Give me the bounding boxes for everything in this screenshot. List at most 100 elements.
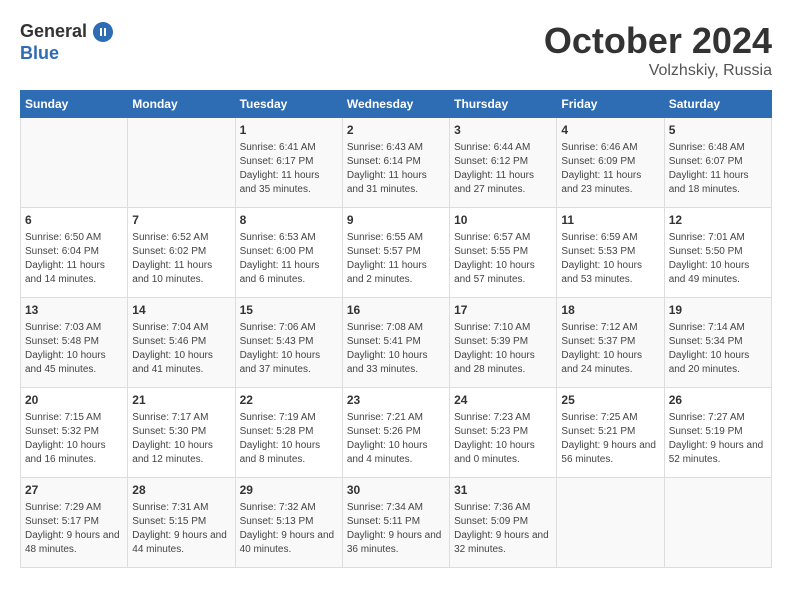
- day-info: Sunrise: 7:01 AM Sunset: 5:50 PM Dayligh…: [669, 231, 767, 287]
- calendar-cell: 31 Sunrise: 7:36 AM Sunset: 5:09 PM Dayli…: [450, 478, 557, 568]
- day-info: Sunrise: 6:52 AM Sunset: 6:02 PM Dayligh…: [132, 231, 230, 287]
- calendar-cell: 4 Sunrise: 6:46 AM Sunset: 6:09 PM Daylig…: [557, 118, 664, 208]
- calendar-cell: 19 Sunrise: 7:14 AM Sunset: 5:34 PM Dayli…: [664, 298, 771, 388]
- day-number: 26: [669, 392, 767, 409]
- day-info: Sunrise: 6:46 AM Sunset: 6:09 PM Dayligh…: [561, 141, 659, 197]
- calendar-cell: 6 Sunrise: 6:50 AM Sunset: 6:04 PM Daylig…: [21, 208, 128, 298]
- day-number: 4: [561, 122, 659, 139]
- calendar-cell: 8Sunrise: 6:53 AM Sunset: 6:00 PM Daylig…: [235, 208, 342, 298]
- calendar-cell: 10 Sunrise: 6:57 AM Sunset: 5:55 PM Dayli…: [450, 208, 557, 298]
- day-number: 17: [454, 302, 552, 319]
- day-number: 6: [25, 212, 123, 229]
- day-number: 22: [240, 392, 338, 409]
- calendar-cell: 20 Sunrise: 7:15 AM Sunset: 5:32 PM Dayli…: [21, 388, 128, 478]
- day-number: 2: [347, 122, 445, 139]
- weekday-row: SundayMondayTuesdayWednesdayThursdayFrid…: [21, 91, 772, 118]
- calendar-cell: 7 Sunrise: 6:52 AM Sunset: 6:02 PM Daylig…: [128, 208, 235, 298]
- calendar-week-2: 6 Sunrise: 6:50 AM Sunset: 6:04 PM Daylig…: [21, 208, 772, 298]
- day-number: 8: [240, 212, 338, 229]
- day-info: Sunrise: 7:32 AM Sunset: 5:13 PM Dayligh…: [240, 501, 338, 557]
- calendar-cell: 14 Sunrise: 7:04 AM Sunset: 5:46 PM Dayli…: [128, 298, 235, 388]
- calendar-cell: 18Sunrise: 7:12 AM Sunset: 5:37 PM Dayli…: [557, 298, 664, 388]
- day-info: Sunrise: 7:15 AM Sunset: 5:32 PM Dayligh…: [25, 411, 123, 467]
- day-info: Sunrise: 7:08 AM Sunset: 5:41 PM Dayligh…: [347, 321, 445, 377]
- calendar-week-3: 13Sunrise: 7:03 AM Sunset: 5:48 PM Dayli…: [21, 298, 772, 388]
- day-info: Sunrise: 6:50 AM Sunset: 6:04 PM Dayligh…: [25, 231, 123, 287]
- calendar-cell: 30 Sunrise: 7:34 AM Sunset: 5:11 PM Dayli…: [342, 478, 449, 568]
- day-number: 20: [25, 392, 123, 409]
- day-number: 16: [347, 302, 445, 319]
- weekday-header-friday: Friday: [557, 91, 664, 118]
- weekday-header-monday: Monday: [128, 91, 235, 118]
- day-number: 18: [561, 302, 659, 319]
- day-info: Sunrise: 7:29 AM Sunset: 5:17 PM Dayligh…: [25, 501, 123, 557]
- day-info: Sunrise: 7:36 AM Sunset: 5:09 PM Dayligh…: [454, 501, 552, 557]
- calendar-cell: 29 Sunrise: 7:32 AM Sunset: 5:13 PM Dayli…: [235, 478, 342, 568]
- calendar-body: 1Sunrise: 6:41 AM Sunset: 6:17 PM Daylig…: [21, 118, 772, 568]
- day-info: Sunrise: 7:17 AM Sunset: 5:30 PM Dayligh…: [132, 411, 230, 467]
- day-number: 11: [561, 212, 659, 229]
- calendar-cell: [664, 478, 771, 568]
- day-number: 14: [132, 302, 230, 319]
- logo-blue-text: Blue: [20, 44, 115, 64]
- logo-general-text: General: [20, 22, 87, 42]
- calendar-week-4: 20 Sunrise: 7:15 AM Sunset: 5:32 PM Dayli…: [21, 388, 772, 478]
- day-number: 24: [454, 392, 552, 409]
- day-number: 23: [347, 392, 445, 409]
- page-header: General Blue October 2024 Volzhskiy, Rus…: [20, 20, 772, 80]
- day-number: 12: [669, 212, 767, 229]
- calendar-cell: 16 Sunrise: 7:08 AM Sunset: 5:41 PM Dayli…: [342, 298, 449, 388]
- day-info: Sunrise: 6:59 AM Sunset: 5:53 PM Dayligh…: [561, 231, 659, 287]
- day-info: Sunrise: 7:10 AM Sunset: 5:39 PM Dayligh…: [454, 321, 552, 377]
- day-info: Sunrise: 7:34 AM Sunset: 5:11 PM Dayligh…: [347, 501, 445, 557]
- day-number: 19: [669, 302, 767, 319]
- day-info: Sunrise: 7:21 AM Sunset: 5:26 PM Dayligh…: [347, 411, 445, 467]
- calendar-cell: 26 Sunrise: 7:27 AM Sunset: 5:19 PM Dayli…: [664, 388, 771, 478]
- calendar-cell: 21Sunrise: 7:17 AM Sunset: 5:30 PM Dayli…: [128, 388, 235, 478]
- day-info: Sunrise: 6:55 AM Sunset: 5:57 PM Dayligh…: [347, 231, 445, 287]
- calendar-cell: [21, 118, 128, 208]
- calendar-cell: 15Sunrise: 7:06 AM Sunset: 5:43 PM Dayli…: [235, 298, 342, 388]
- day-info: Sunrise: 7:04 AM Sunset: 5:46 PM Dayligh…: [132, 321, 230, 377]
- calendar-cell: 25Sunrise: 7:25 AM Sunset: 5:21 PM Dayli…: [557, 388, 664, 478]
- calendar-cell: 27Sunrise: 7:29 AM Sunset: 5:17 PM Dayli…: [21, 478, 128, 568]
- day-number: 10: [454, 212, 552, 229]
- calendar-cell: 23 Sunrise: 7:21 AM Sunset: 5:26 PM Dayli…: [342, 388, 449, 478]
- day-info: Sunrise: 7:31 AM Sunset: 5:15 PM Dayligh…: [132, 501, 230, 557]
- weekday-header-sunday: Sunday: [21, 91, 128, 118]
- month-title: October 2024: [544, 20, 772, 62]
- calendar-cell: [128, 118, 235, 208]
- day-info: Sunrise: 7:14 AM Sunset: 5:34 PM Dayligh…: [669, 321, 767, 377]
- day-number: 25: [561, 392, 659, 409]
- location-text: Volzhskiy, Russia: [544, 62, 772, 80]
- day-info: Sunrise: 7:27 AM Sunset: 5:19 PM Dayligh…: [669, 411, 767, 467]
- calendar-table: SundayMondayTuesdayWednesdayThursdayFrid…: [20, 90, 772, 568]
- day-info: Sunrise: 7:23 AM Sunset: 5:23 PM Dayligh…: [454, 411, 552, 467]
- day-number: 5: [669, 122, 767, 139]
- day-number: 13: [25, 302, 123, 319]
- calendar-cell: 2 Sunrise: 6:43 AM Sunset: 6:14 PM Daylig…: [342, 118, 449, 208]
- day-info: Sunrise: 6:44 AM Sunset: 6:12 PM Dayligh…: [454, 141, 552, 197]
- day-info: Sunrise: 6:57 AM Sunset: 5:55 PM Dayligh…: [454, 231, 552, 287]
- calendar-cell: 24 Sunrise: 7:23 AM Sunset: 5:23 PM Dayli…: [450, 388, 557, 478]
- logo-icon: [91, 20, 115, 44]
- day-number: 30: [347, 482, 445, 499]
- calendar-cell: [557, 478, 664, 568]
- day-number: 7: [132, 212, 230, 229]
- day-number: 29: [240, 482, 338, 499]
- calendar-cell: 11 Sunrise: 6:59 AM Sunset: 5:53 PM Dayli…: [557, 208, 664, 298]
- weekday-header-wednesday: Wednesday: [342, 91, 449, 118]
- day-number: 31: [454, 482, 552, 499]
- calendar-cell: 1Sunrise: 6:41 AM Sunset: 6:17 PM Daylig…: [235, 118, 342, 208]
- calendar-header: SundayMondayTuesdayWednesdayThursdayFrid…: [21, 91, 772, 118]
- calendar-cell: 28Sunrise: 7:31 AM Sunset: 5:15 PM Dayli…: [128, 478, 235, 568]
- day-info: Sunrise: 7:06 AM Sunset: 5:43 PM Dayligh…: [240, 321, 338, 377]
- weekday-header-saturday: Saturday: [664, 91, 771, 118]
- weekday-header-thursday: Thursday: [450, 91, 557, 118]
- day-number: 3: [454, 122, 552, 139]
- day-number: 1: [240, 122, 338, 139]
- calendar-week-1: 1Sunrise: 6:41 AM Sunset: 6:17 PM Daylig…: [21, 118, 772, 208]
- day-info: Sunrise: 6:43 AM Sunset: 6:14 PM Dayligh…: [347, 141, 445, 197]
- calendar-cell: 9Sunrise: 6:55 AM Sunset: 5:57 PM Daylig…: [342, 208, 449, 298]
- calendar-cell: 3 Sunrise: 6:44 AM Sunset: 6:12 PM Daylig…: [450, 118, 557, 208]
